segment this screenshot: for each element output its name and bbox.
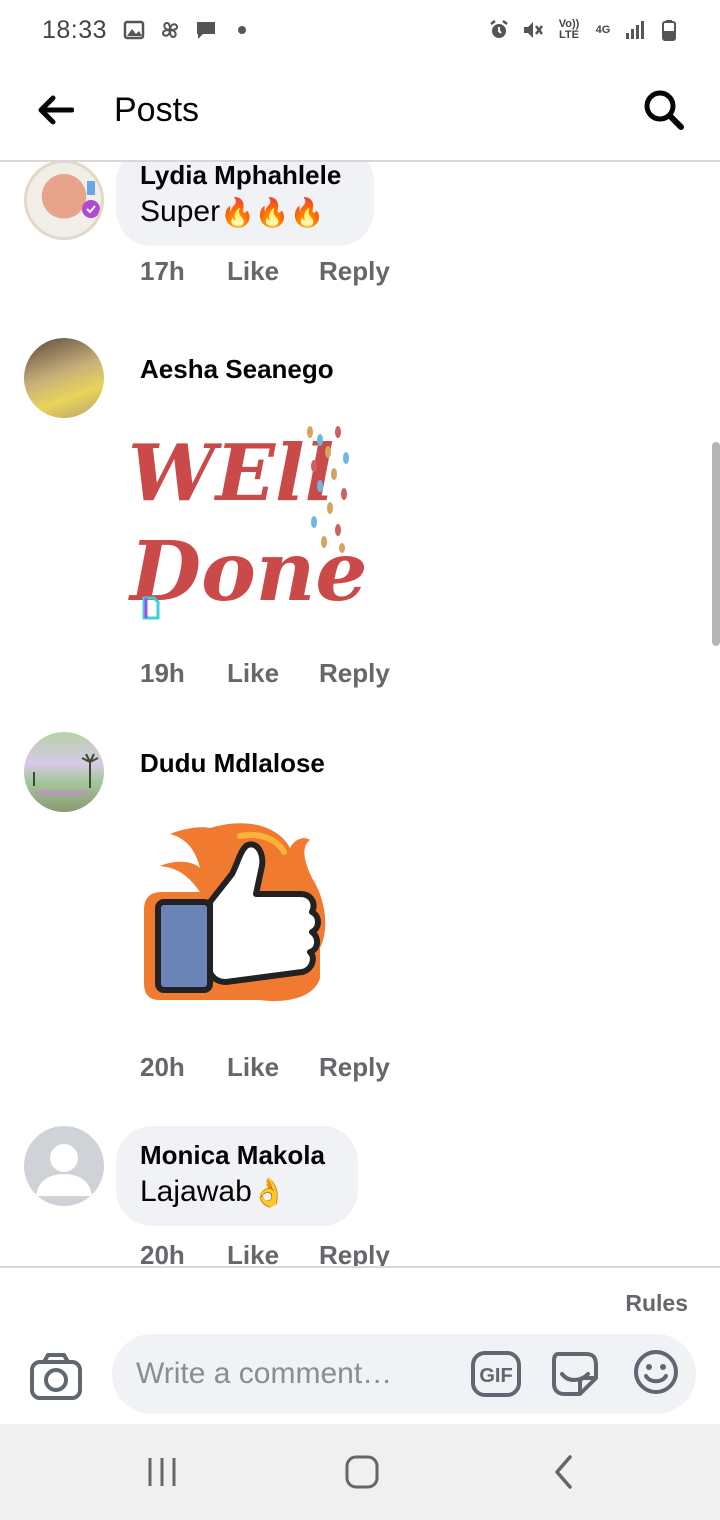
- image-icon: [123, 20, 145, 40]
- scrollbar[interactable]: [712, 442, 720, 646]
- recent-apps-button[interactable]: [140, 1452, 184, 1492]
- comment-time: 17h: [140, 256, 185, 286]
- status-bar: 18:33 Vo)) LTE 4G: [0, 0, 720, 60]
- rules-link[interactable]: Rules: [625, 1290, 688, 1317]
- camera-button[interactable]: [28, 1352, 84, 1402]
- comment-item: Lydia Mphahlele Super 🔥🔥🔥 17h Like Reply: [0, 162, 720, 302]
- search-icon: [644, 90, 684, 130]
- pinwheel-icon: [162, 21, 179, 39]
- comment-text-content: Lajawab: [140, 1175, 252, 1208]
- comments-list: Lydia Mphahlele Super 🔥🔥🔥 17h Like Reply…: [0, 162, 720, 1266]
- default-avatar-icon: [36, 1144, 92, 1196]
- comment-time: 19h: [140, 658, 185, 688]
- reply-link[interactable]: Reply: [319, 658, 390, 689]
- comment-time: 20h: [140, 1052, 185, 1082]
- comment-bubble[interactable]: Lydia Mphahlele Super 🔥🔥🔥: [116, 162, 374, 246]
- back-button[interactable]: [26, 80, 86, 140]
- search-button[interactable]: [634, 80, 694, 140]
- status-time: 18:33: [42, 15, 108, 44]
- comment-bubble[interactable]: Monica Makola Lajawab 👌: [116, 1126, 358, 1226]
- comment-text-content: Super: [140, 195, 221, 228]
- mute-icon: [524, 22, 543, 38]
- home-icon: [345, 1455, 379, 1489]
- gif-icon: GIF: [471, 1351, 521, 1397]
- comment-item: Dudu Mdlalose 20h Like Reply: [0, 732, 720, 1102]
- system-nav-bar: [0, 1424, 720, 1520]
- thumbs-up-fire-icon: [144, 823, 326, 1002]
- ok-hand-emoji: 👌: [251, 1176, 287, 1208]
- avatar[interactable]: [24, 338, 104, 418]
- gif-label: GIF: [479, 1365, 512, 1387]
- like-link[interactable]: Like: [227, 1052, 319, 1083]
- sticker-button[interactable]: [550, 1348, 600, 1398]
- gif-button[interactable]: GIF: [470, 1350, 522, 1398]
- camera-icon: [30, 1353, 82, 1400]
- avatar-badge-icon: [82, 181, 100, 218]
- 4g-icon: 4G: [595, 23, 611, 36]
- status-right-icons: Vo)) LTE 4G: [488, 19, 680, 41]
- thumbs-up-fire-sticker[interactable]: [140, 818, 340, 1008]
- back-arrow-icon: [38, 95, 74, 125]
- fire-emoji: 🔥🔥🔥: [220, 196, 325, 228]
- well-done-sticker-art: WEll Done: [128, 426, 368, 620]
- battery-icon: [662, 20, 676, 41]
- sticker-icon: [552, 1352, 598, 1396]
- app-header: Posts: [0, 60, 720, 162]
- comment-actions: 19h Like Reply: [140, 658, 390, 689]
- dot-icon: [238, 26, 247, 34]
- reply-link[interactable]: Reply: [319, 256, 390, 287]
- volte-icon: Vo)) LTE: [558, 18, 580, 41]
- comment-actions: 20h Like Reply: [140, 1240, 390, 1266]
- palm-tree-icon: [33, 753, 99, 796]
- avatar[interactable]: [24, 1126, 104, 1206]
- chat-icon: [197, 22, 216, 39]
- sticker-text-done: Done: [128, 524, 364, 620]
- comment-author[interactable]: Dudu Mdlalose: [140, 748, 325, 779]
- comment-item: Monica Makola Lajawab 👌 20h Like Reply: [0, 1126, 720, 1266]
- comment-author[interactable]: Aesha Seanego: [140, 354, 334, 385]
- comment-author[interactable]: Monica Makola: [140, 1140, 334, 1171]
- reply-link[interactable]: Reply: [319, 1052, 390, 1083]
- comment-actions: 17h Like Reply: [140, 256, 390, 287]
- home-button[interactable]: [340, 1452, 384, 1492]
- page-title: Posts: [114, 90, 200, 129]
- back-chevron-icon: [555, 1455, 572, 1489]
- recent-apps-icon: [148, 1458, 176, 1486]
- smiley-icon: [634, 1350, 678, 1394]
- comment-item: Aesha Seanego WEll Done 19h Like Reply: [0, 338, 720, 708]
- comment-author[interactable]: Lydia Mphahlele: [140, 162, 350, 191]
- comment-text: Lajawab 👌: [140, 1175, 334, 1209]
- sticker-text-well: WEll: [128, 428, 334, 519]
- signal-icon: [626, 21, 644, 39]
- status-left-icons: [123, 19, 253, 41]
- back-nav-button[interactable]: [542, 1452, 586, 1492]
- emoji-button[interactable]: [632, 1348, 680, 1396]
- like-link[interactable]: Like: [227, 256, 319, 287]
- comment-actions: 20h Like Reply: [140, 1052, 390, 1083]
- like-link[interactable]: Like: [227, 1240, 319, 1266]
- reply-link[interactable]: Reply: [319, 1240, 390, 1266]
- comment-time: 20h: [140, 1240, 185, 1266]
- comment-composer: Rules GIF: [0, 1266, 720, 1424]
- comment-input[interactable]: [112, 1334, 696, 1414]
- well-done-sticker[interactable]: WEll Done: [124, 414, 368, 634]
- like-link[interactable]: Like: [227, 658, 319, 689]
- avatar[interactable]: [24, 162, 104, 240]
- alarm-icon: [490, 20, 508, 38]
- avatar[interactable]: [24, 732, 104, 812]
- comment-text: Super 🔥🔥🔥: [140, 195, 350, 229]
